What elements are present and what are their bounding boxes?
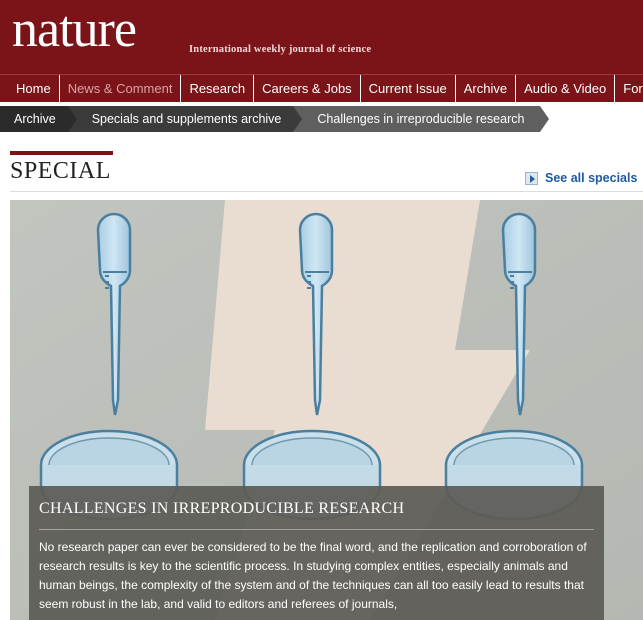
breadcrumb-label: Challenges in irreproducible research (317, 112, 525, 126)
nav-item-archive[interactable]: Archive (456, 75, 517, 102)
breadcrumb-current: Challenges in irreproducible research (293, 106, 550, 132)
breadcrumb-chevron-icon (293, 106, 303, 132)
feature-caption: CHALLENGES IN IRREPRODUCIBLE RESEARCH No… (29, 486, 604, 620)
masthead: nature International weekly journal of s… (0, 0, 643, 74)
breadcrumb-specials-archive[interactable]: Specials and supplements archive (67, 106, 303, 132)
breadcrumb-chevron-icon (67, 106, 77, 132)
nav-item-news-comment[interactable]: News & Comment (60, 75, 182, 102)
play-arrow-icon (525, 171, 538, 185)
breadcrumb-label: Archive (14, 112, 56, 126)
tagline: International weekly journal of science (189, 44, 372, 55)
breadcrumb-archive[interactable]: Archive (0, 106, 77, 132)
feature-hero[interactable]: CHALLENGES IN IRREPRODUCIBLE RESEARCH No… (10, 200, 643, 620)
nav-item-for[interactable]: For (615, 75, 643, 102)
nav-item-research[interactable]: Research (181, 75, 255, 102)
breadcrumb-chevron-icon (540, 106, 550, 132)
primary-nav: Home News & Comment Research Careers & J… (0, 74, 643, 102)
section-accent-rule (10, 151, 113, 155)
nav-item-audio-video[interactable]: Audio & Video (516, 75, 616, 102)
section-divider (10, 191, 643, 192)
feature-title[interactable]: CHALLENGES IN IRREPRODUCIBLE RESEARCH (39, 500, 404, 518)
see-all-specials-label: See all specials (545, 171, 638, 185)
breadcrumb-label: Specials and supplements archive (91, 112, 282, 126)
nav-item-careers-jobs[interactable]: Careers & Jobs (254, 75, 361, 102)
section-title: SPECIAL (10, 158, 111, 184)
nature-logo[interactable]: nature (12, 0, 137, 60)
see-all-specials-link[interactable]: See all specials (525, 170, 637, 186)
nav-item-home[interactable]: Home (0, 75, 60, 102)
caption-divider (39, 529, 594, 530)
nav-item-current-issue[interactable]: Current Issue (361, 75, 456, 102)
breadcrumb: Archive Specials and supplements archive… (0, 106, 550, 132)
feature-body: No research paper can ever be considered… (39, 540, 587, 611)
